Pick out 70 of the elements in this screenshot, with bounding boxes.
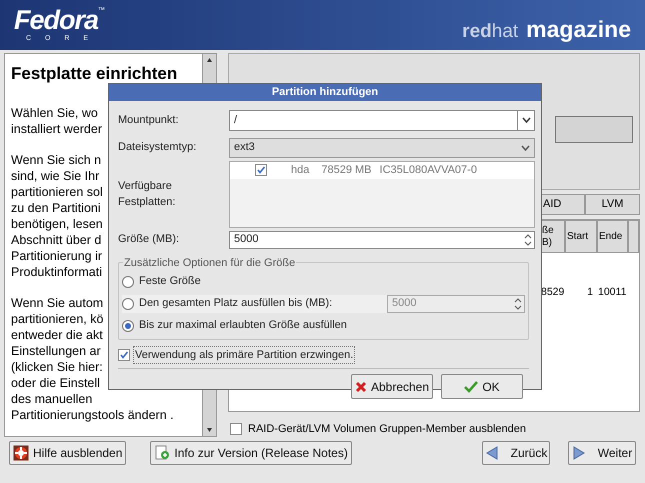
help-text-line: Wählen Sie, wo — [11, 105, 98, 121]
tab[interactable]: AID — [541, 194, 585, 216]
checkbox[interactable] — [118, 348, 130, 361]
dropdown-icon — [522, 117, 530, 123]
table-cell-text: 8529 — [540, 285, 565, 300]
radio-label: Feste Größe — [139, 274, 202, 290]
help-text-line: Abschnitt über d — [11, 232, 102, 248]
brand-name: magazine — [526, 16, 631, 40]
right-arrow-icon — [572, 446, 586, 460]
size-spinbox[interactable]: 5000 — [229, 230, 535, 248]
checkbox-label: RAID-Gerät/LVM Volumen Gruppen-Member ausblenden — [248, 422, 526, 436]
help-text-line: partitionieren, kö — [11, 311, 104, 327]
checkbox[interactable] — [255, 164, 267, 176]
help-text-line: partitionieren sol — [11, 184, 103, 200]
disk-size: 78529 MB — [321, 162, 372, 178]
column-header[interactable]: ße B) — [540, 220, 565, 254]
spin-arrows-icon[interactable] — [514, 296, 522, 310]
dropdown-icon — [521, 144, 530, 150]
logo-text: Fedora — [14, 6, 98, 34]
field-label: Größe (MB): — [118, 232, 180, 248]
document-plus-icon — [154, 445, 170, 461]
help-text-line: entweder die akt — [11, 327, 103, 343]
footer-button[interactable]: Info zur Version (Release Notes) — [150, 441, 352, 465]
column-header[interactable]: Start — [565, 220, 597, 254]
field-label: Dateisystemtyp: — [118, 140, 198, 156]
table-cell-text: 10011 — [597, 285, 628, 300]
help-text-line: Wenn Sie autom — [11, 295, 104, 311]
help-text-line: zu den Partitioni — [11, 200, 101, 216]
help-text-line: Partitionierungstools ändern . — [11, 407, 174, 423]
help-text-line: Produktinformati — [11, 264, 102, 280]
radio-label: Den gesamten Platz ausfüllen bis (MB): — [139, 296, 334, 312]
checkbox[interactable] — [230, 422, 242, 435]
column-header[interactable]: Ende — [597, 220, 628, 254]
checkmark-icon — [464, 380, 478, 392]
radio-button[interactable] — [122, 298, 134, 310]
table-cell-text: 1 — [586, 285, 593, 300]
tab[interactable]: LVM — [585, 194, 640, 216]
filesystem-select[interactable]: ext3 — [229, 138, 535, 158]
footer-button[interactable]: Hilfe ausblenden — [9, 441, 126, 465]
lifebuoy-icon — [13, 445, 29, 461]
brand-prefix: redhat — [462, 20, 518, 44]
help-text-line: Partitionierung ir — [11, 248, 102, 264]
disk-model: IC35L080AVVA07-0 — [380, 162, 477, 178]
dialog-title: Partition hinzufügen — [109, 84, 541, 100]
help-text-line: installiert werder — [11, 121, 102, 137]
radio-label: Bis zur maximal erlaubten Größe ausfüllen — [139, 318, 348, 334]
help-text-line: Einstellungen ar — [11, 343, 101, 359]
radio-button[interactable] — [122, 320, 134, 332]
field-label: Mountpunkt: — [118, 112, 180, 128]
spin-arrows-icon[interactable] — [524, 232, 532, 246]
help-title: Festplatte einrichten — [11, 64, 178, 83]
help-text-line: (klicken Sie hier: — [11, 359, 103, 375]
close-icon — [354, 380, 367, 392]
dialog-button[interactable]: Abbrechen — [351, 374, 433, 399]
checkbox-label: Verwendung als primäre Partition erzwingen. — [133, 346, 356, 364]
help-text-line: sind, wie Sie Ihr — [11, 168, 100, 184]
nav-button[interactable]: Zurück — [482, 441, 550, 465]
help-text-line: des manuellen — [11, 391, 92, 407]
help-text-line: Wenn Sie sich n — [11, 152, 102, 168]
left-arrow-icon — [484, 446, 499, 460]
mountpoint-combo[interactable]: / — [229, 110, 535, 130]
nav-button[interactable]: Weiter — [568, 441, 636, 465]
help-text-line: benötigen, lesen — [11, 216, 103, 232]
radio-button[interactable] — [122, 276, 134, 288]
disk-list[interactable]: hda 78529 MB IC35L080AVVA07-0 — [229, 160, 535, 228]
dialog-button[interactable]: OK — [441, 374, 523, 399]
combo-value: / — [234, 112, 238, 128]
disk-name: hda — [291, 162, 310, 178]
field-label: Verfügbare Festplatten: — [118, 178, 176, 210]
help-text-line: oder die Einstell — [11, 375, 100, 391]
